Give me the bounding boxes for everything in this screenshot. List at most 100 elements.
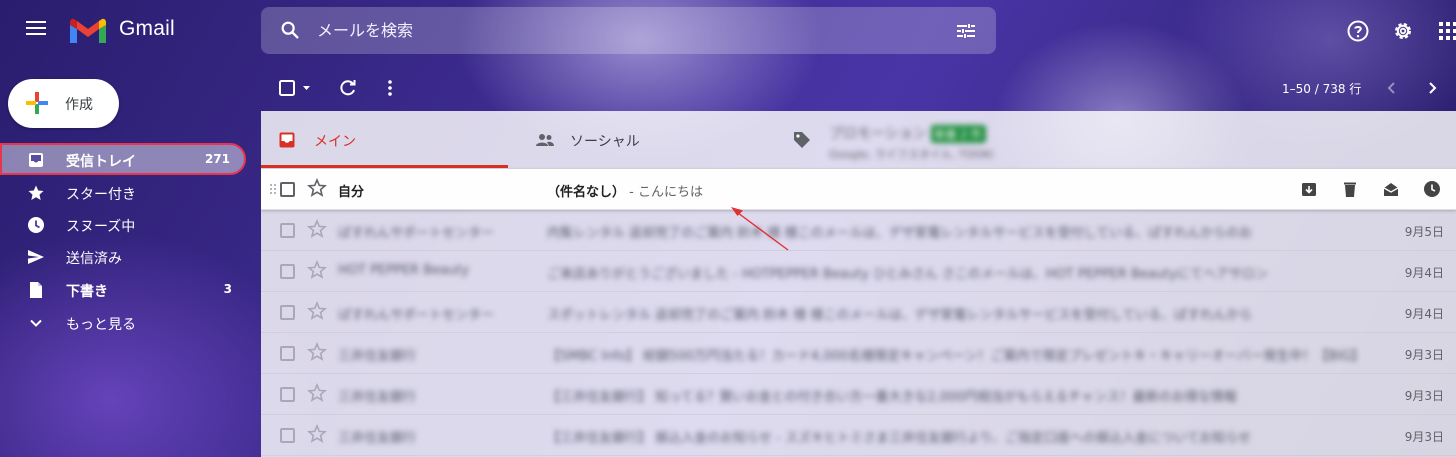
star-toggle-icon[interactable]: [307, 342, 327, 362]
email-subject: 【三井住友銀行】 振込入金のお知らせ - スズキヒトミさま三井住友銀行より、ご指…: [547, 431, 1252, 446]
sidebar-item-label: 下書き: [66, 284, 108, 300]
more-vert-icon[interactable]: [380, 78, 400, 98]
chevron-right-icon[interactable]: [1423, 79, 1441, 97]
star-toggle-icon[interactable]: [307, 301, 327, 321]
archive-icon[interactable]: [1300, 180, 1318, 198]
draft-icon: [30, 282, 42, 298]
star-icon: [28, 185, 44, 200]
search-bar[interactable]: [261, 7, 996, 54]
email-sender: 自分: [338, 185, 365, 200]
email-subject: ご来店ありがとうございました - HOTPEPPER Beauty ひとみさん …: [547, 267, 1268, 282]
mail-list-panel: メイン ソーシャル プロモーション 新着 2 件 Google, ライフスタイル,…: [261, 111, 1456, 457]
gmail-logo-icon[interactable]: [68, 17, 108, 45]
drafts-count: 3: [223, 282, 232, 296]
search-input[interactable]: [317, 17, 917, 44]
row-checkbox[interactable]: [280, 223, 295, 238]
email-subject-line: （件名なし） - こんにちは: [547, 181, 703, 200]
email-row[interactable]: ぱすれんサポートセンター スポットレンタル 返却完了のご案内 鈴木 様 様このメー…: [261, 292, 1456, 333]
email-row[interactable]: ぱすれんサポートセンター 内覧レンタル 返却完了のご案内 鈴木 様 様このメールは…: [261, 210, 1456, 251]
email-date: 9月3日: [1404, 348, 1444, 362]
sidebar-item-sent[interactable]: 送信済み: [0, 241, 246, 273]
tab-social-label: ソーシャル: [570, 134, 640, 150]
star-toggle-icon[interactable]: [307, 383, 327, 403]
email-row[interactable]: 自分 （件名なし） - こんにちは: [261, 169, 1456, 210]
tab-promotions-label: プロモーション: [829, 126, 927, 142]
email-row[interactable]: 三井住友銀行 【三井住友銀行】 知ってる？賢いお金との付き合い方一番大きな2,00…: [261, 374, 1456, 415]
mark-read-icon[interactable]: [1382, 180, 1400, 198]
email-row[interactable]: 三井住友銀行 【SMBC Info】 総額500万円当たる！カード4,000名様限…: [261, 333, 1456, 374]
email-sender: 三井住友銀行: [338, 390, 417, 405]
email-subject: スポットレンタル 返却完了のご案内 鈴木 様 様このメールは、デザ家電レンタルサ…: [547, 308, 1253, 323]
tab-promotions-label-group: プロモーション 新着 2 件 Google, ライフスタイル, TOOKI: [829, 123, 993, 162]
email-subject: 【SMBC Info】 総額500万円当たる！カード4,000名様限定キャンペー…: [547, 349, 1357, 364]
select-all-checkbox-icon[interactable]: [278, 78, 314, 98]
email-subject: 内覧レンタル 返却完了のご案内 鈴木 様 様このメールは、デザ家電レンタルサービ…: [547, 226, 1253, 241]
email-date: 9月5日: [1404, 225, 1444, 239]
sidebar-item-label: 受信トレイ: [66, 154, 136, 170]
chevron-down-icon: [30, 319, 42, 327]
email-date: 9月4日: [1404, 307, 1444, 321]
row-checkbox[interactable]: [280, 305, 295, 320]
email-sender: ぱすれんサポートセンター: [338, 308, 495, 323]
compose-plus-icon: [26, 92, 48, 114]
tab-primary[interactable]: メイン: [261, 111, 508, 168]
tab-social[interactable]: ソーシャル: [521, 111, 781, 168]
row-checkbox[interactable]: [280, 182, 295, 197]
main-menu-button[interactable]: [22, 18, 50, 44]
tab-promotions[interactable]: プロモーション 新着 2 件 Google, ライフスタイル, TOOKI: [781, 111, 1281, 168]
refresh-icon[interactable]: [338, 78, 358, 98]
email-date: 9月3日: [1404, 430, 1444, 444]
star-toggle-icon[interactable]: [307, 219, 327, 239]
inbox-icon: [279, 132, 295, 148]
apps-grid-icon[interactable]: [1436, 19, 1456, 43]
sidebar-item-label: スヌーズ中: [66, 219, 136, 235]
sidebar-item-starred[interactable]: スター付き: [0, 177, 246, 209]
search-icon[interactable]: [279, 19, 301, 41]
delete-icon[interactable]: [1341, 180, 1359, 198]
compose-button[interactable]: 作成: [8, 79, 119, 128]
row-checkbox[interactable]: [280, 346, 295, 361]
email-sender: 三井住友銀行: [338, 431, 417, 446]
inbox-icon: [29, 153, 43, 167]
email-sender: 三井住友銀行: [338, 349, 417, 364]
gmail-logo-text: Gmail: [119, 17, 175, 40]
clock-icon: [28, 217, 44, 233]
sidebar-item-drafts[interactable]: 下書き 3: [0, 274, 246, 306]
compose-label: 作成: [65, 97, 93, 113]
email-date: 9月4日: [1404, 266, 1444, 280]
people-icon: [536, 134, 554, 146]
sidebar-item-more[interactable]: もっと見る: [0, 307, 246, 339]
email-row[interactable]: HOT PEPPER Beauty ご来店ありがとうございました - HOTPEP…: [261, 251, 1456, 292]
search-options-icon[interactable]: [954, 19, 978, 43]
sidebar-item-snoozed[interactable]: スヌーズ中: [0, 209, 246, 241]
drag-handle-icon[interactable]: [269, 183, 277, 195]
inbox-unread-count: 271: [204, 152, 230, 166]
settings-gear-icon[interactable]: [1391, 19, 1415, 43]
sidebar-item-inbox[interactable]: 受信トレイ 271: [0, 143, 246, 175]
sidebar-item-label: 送信済み: [66, 251, 122, 267]
sidebar-item-label: スター付き: [66, 187, 136, 203]
star-toggle-icon[interactable]: [307, 260, 327, 280]
email-subject: 【三井住友銀行】 知ってる？賢いお金との付き合い方一番大きな2,000円相当がも…: [547, 390, 1237, 405]
chevron-left-icon[interactable]: [1383, 79, 1401, 97]
row-checkbox[interactable]: [280, 387, 295, 402]
tab-primary-label: メイン: [314, 134, 356, 150]
sidebar-item-label: もっと見る: [66, 317, 136, 333]
tag-icon: [794, 132, 810, 148]
email-subject: （件名なし）: [547, 185, 626, 200]
top-bar: Gmail: [0, 0, 1456, 62]
send-icon: [28, 250, 44, 264]
email-row[interactable]: 三井住友銀行 【三井住友銀行】 振込入金のお知らせ - スズキヒトミさま三井住友銀…: [261, 415, 1456, 456]
promotions-new-badge: 新着 2 件: [930, 125, 986, 143]
row-checkbox[interactable]: [280, 264, 295, 279]
star-toggle-icon[interactable]: [307, 424, 327, 444]
star-toggle-icon[interactable]: [307, 178, 327, 198]
row-checkbox[interactable]: [280, 428, 295, 443]
email-sender: HOT PEPPER Beauty: [338, 263, 470, 278]
help-icon[interactable]: [1346, 19, 1370, 43]
promotions-senders: Google, ライフスタイル, TOOKI: [829, 148, 994, 161]
email-date: 9月3日: [1404, 389, 1444, 403]
email-sender: ぱすれんサポートセンター: [338, 226, 495, 241]
pagination-text: 1–50 / 738 行: [1282, 82, 1362, 96]
snooze-clock-icon[interactable]: [1423, 180, 1441, 198]
